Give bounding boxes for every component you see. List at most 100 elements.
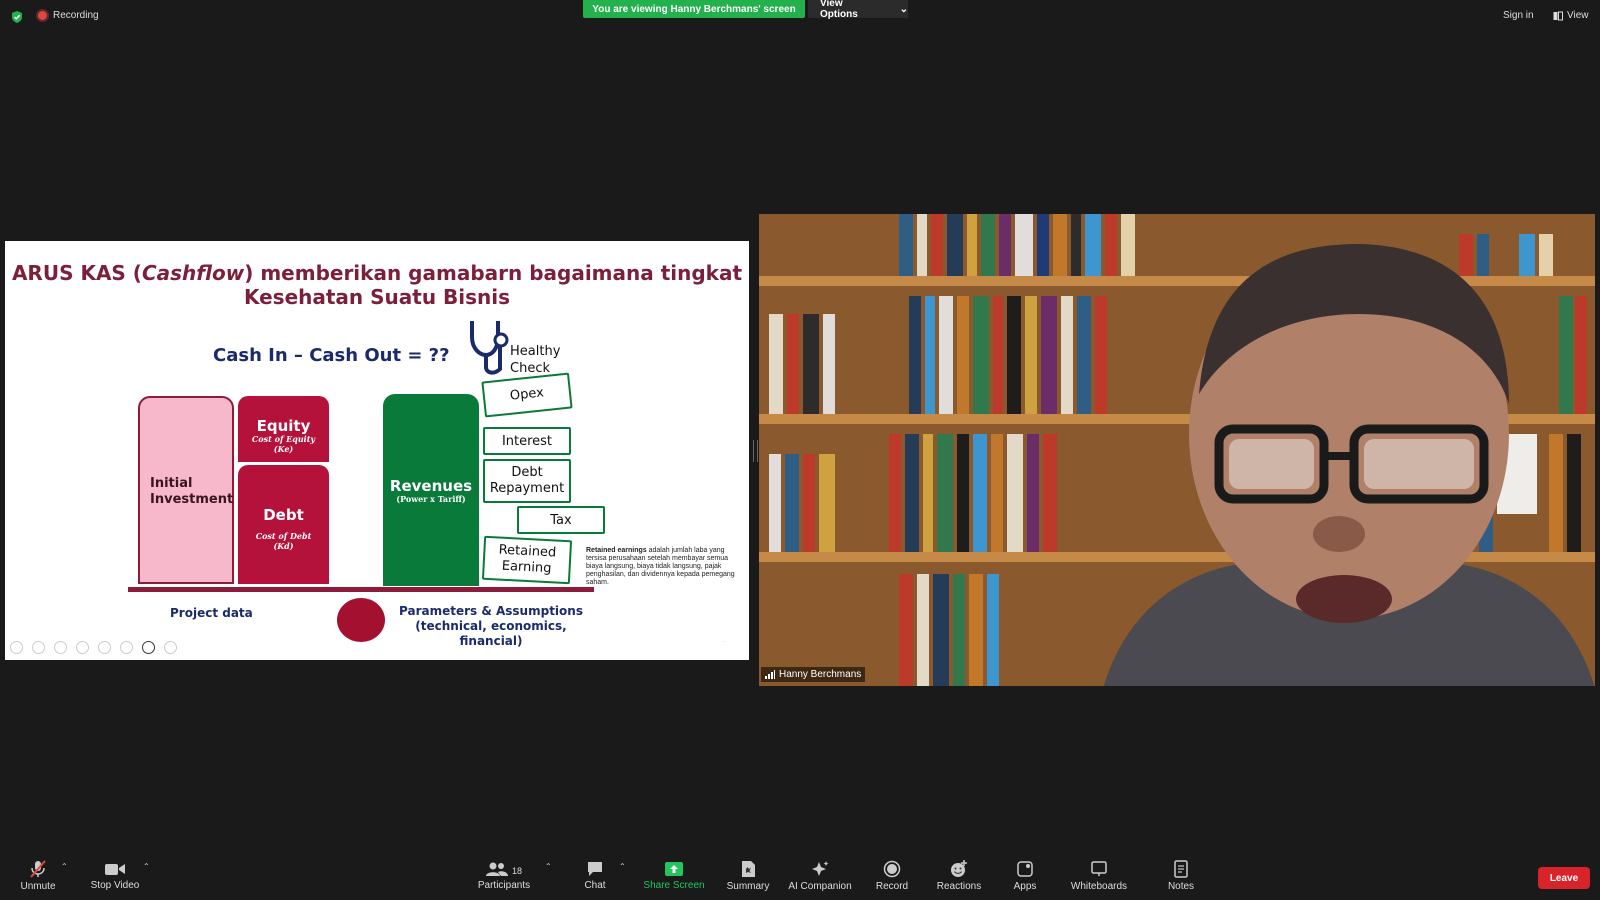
- retained-earnings-note: Retained earnings adalah jumlah laba yan…: [586, 547, 746, 587]
- reactions-smiley-icon: [951, 860, 967, 877]
- participant-video: [1103, 244, 1595, 686]
- params-line-1: Parameters & Assumptions: [399, 604, 583, 618]
- view-layout-icon: [1553, 11, 1563, 20]
- share-screen-button[interactable]: Share Screen: [643, 852, 705, 900]
- initial-investment-block: Initial Investment: [138, 396, 234, 584]
- ai-companion-button[interactable]: AI Companion: [788, 852, 852, 900]
- audio-options-caret-icon[interactable]: ⌃: [61, 862, 68, 871]
- equity-text: Equity: [256, 417, 311, 435]
- camera-icon[interactable]: [142, 641, 155, 654]
- investment-text: Investment: [150, 492, 234, 507]
- shared-screen[interactable]: ARUS KAS (Cashflow) memberikan gamabarn …: [5, 241, 749, 660]
- debt-block: Debt Cost of Debt (Kd): [238, 465, 329, 584]
- reactions-button[interactable]: Reactions: [935, 852, 983, 900]
- apps-button[interactable]: Apps: [1010, 852, 1040, 900]
- video-camera-icon: [105, 864, 125, 875]
- top-bar: Recording You are viewing Hanny Berchman…: [0, 0, 1600, 34]
- share-screen-icon: [665, 862, 683, 876]
- note-bold: Retained earnings: [586, 547, 647, 554]
- apps-label: Apps: [1013, 881, 1037, 892]
- pen-icon[interactable]: [54, 641, 67, 654]
- stop-video-button[interactable]: Stop Video: [90, 852, 140, 900]
- subtitle-icon[interactable]: [120, 641, 133, 654]
- ai-companion-label: AI Companion: [788, 881, 852, 892]
- view-label: View: [1567, 10, 1589, 21]
- notes-label: Notes: [1167, 881, 1195, 892]
- unmute-label: Unmute: [20, 881, 56, 892]
- repayment-text: Repayment: [489, 481, 565, 496]
- fulcrum-ball: [337, 598, 385, 642]
- participants-button[interactable]: 18 Participants: [478, 852, 530, 900]
- whiteboards-label: Whiteboards: [1070, 881, 1128, 892]
- recording-indicator[interactable]: Recording: [38, 10, 99, 21]
- copy-icon[interactable]: [76, 641, 89, 654]
- security-shield-icon[interactable]: [10, 10, 24, 24]
- split-resize-handle[interactable]: [753, 440, 758, 462]
- view-options-label: View Options: [820, 0, 858, 20]
- notes-icon: [1174, 860, 1188, 878]
- debt-rep-text: Debt: [511, 465, 543, 480]
- opex-block: Opex: [481, 372, 573, 418]
- video-tile[interactable]: Hanny Berchmans: [759, 214, 1595, 686]
- project-data-label: Project data: [170, 606, 253, 620]
- viewing-banner: You are viewing Hanny Berchmans' screen: [583, 0, 805, 18]
- more-icon[interactable]: [164, 641, 177, 654]
- whiteboard-icon: [1091, 861, 1107, 876]
- debt-text: Debt: [263, 506, 304, 524]
- balance-beam: [128, 587, 594, 592]
- video-options-caret-icon[interactable]: ⌃: [143, 862, 150, 871]
- participants-icon-row: 18: [485, 861, 522, 880]
- recording-dot-icon: [38, 11, 47, 20]
- revenues-text: Revenues: [389, 477, 473, 495]
- summary-button[interactable]: Summary: [726, 852, 770, 900]
- params-line-2: (technical, economics, financial): [415, 619, 567, 648]
- chat-label: Chat: [584, 880, 606, 891]
- apps-icon: [1017, 861, 1033, 877]
- slide-controls: [10, 641, 177, 654]
- title-italic: Cashflow: [141, 261, 245, 285]
- title-part: ) memberikan gamabarn bagaimana tingkat: [244, 261, 743, 285]
- chat-button[interactable]: Chat: [580, 852, 610, 900]
- stethoscope-icon: [470, 321, 509, 375]
- chevron-down-icon: ⌄: [899, 3, 908, 15]
- equity-sub2: (Ke): [273, 444, 294, 454]
- parameters-label: Parameters & Assumptions (technical, eco…: [391, 604, 591, 649]
- meeting-toolbar: Unmute ⌃ Stop Video ⌃ 18 Participants ⌃ …: [0, 852, 1600, 900]
- unmute-button[interactable]: Unmute: [18, 852, 58, 900]
- reactions-label: Reactions: [936, 881, 982, 892]
- next-slide-icon[interactable]: [32, 641, 45, 654]
- participants-icon: [485, 862, 508, 876]
- healthy-check-label: Healthy Check: [510, 343, 560, 377]
- interest-block: Interest: [483, 427, 571, 455]
- zoom-icon[interactable]: [98, 641, 111, 654]
- sign-in-link[interactable]: Sign in: [1503, 10, 1534, 21]
- view-options-button[interactable]: View Options ⌄: [808, 0, 908, 20]
- recording-label: Recording: [53, 10, 99, 21]
- participants-count: 18: [511, 865, 522, 876]
- revenues-sub: (Power x Tariff): [396, 494, 466, 504]
- earning-text: Earning: [501, 558, 552, 577]
- leave-button[interactable]: Leave: [1538, 867, 1590, 889]
- title-line-2: Kesehatan Suatu Bisnis: [243, 285, 511, 309]
- notes-button[interactable]: Notes: [1166, 852, 1196, 900]
- prev-slide-icon[interactable]: [10, 641, 23, 654]
- view-button[interactable]: View: [1553, 10, 1589, 21]
- initial-text: Initial: [150, 476, 193, 491]
- chat-caret-icon[interactable]: ⌃: [619, 862, 626, 871]
- participants-caret-icon[interactable]: ⌃: [545, 862, 552, 871]
- stop-video-label: Stop Video: [90, 880, 140, 891]
- title-part: ARUS KAS (: [11, 261, 142, 285]
- tax-block: Tax: [517, 506, 605, 534]
- debt-sub: Cost of Debt: [255, 531, 312, 541]
- record-icon: [883, 860, 901, 878]
- equity-block: Equity Cost of Equity (Ke): [238, 396, 329, 462]
- retained-earning-block: Retained Earning: [481, 535, 573, 585]
- record-button[interactable]: Record: [874, 852, 910, 900]
- revenues-block: Revenues (Power x Tariff): [383, 394, 479, 586]
- share-screen-label: Share Screen: [643, 880, 705, 891]
- participant-name-tag: Hanny Berchmans: [761, 667, 866, 682]
- whiteboards-button[interactable]: Whiteboards: [1070, 852, 1128, 900]
- ai-sparkle-icon: [812, 861, 829, 876]
- participant-name: Hanny Berchmans: [779, 669, 862, 680]
- slide-page-number: ·: [723, 639, 725, 645]
